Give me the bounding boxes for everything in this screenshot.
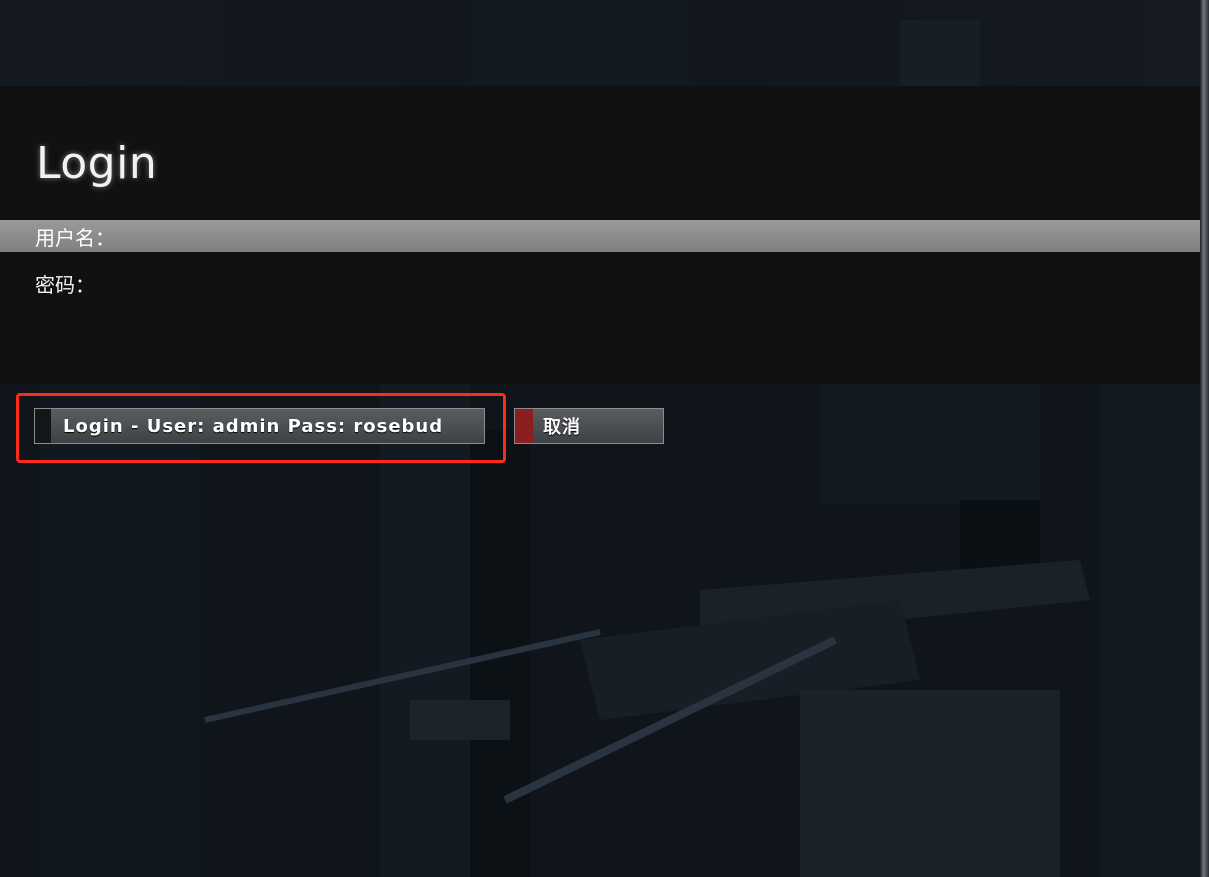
username-input[interactable]: [115, 221, 1200, 251]
cancel-button[interactable]: 取消: [514, 408, 664, 444]
cancel-button-label: 取消: [543, 417, 581, 438]
cancel-accent-marker: [515, 409, 533, 443]
login-button[interactable]: Login - User: admin Pass: rosebud: [34, 408, 485, 444]
login-title: Login: [36, 138, 158, 189]
game-login-screen: Login 用户名： 密码： Login - User: admin Pass:…: [0, 0, 1209, 877]
password-label: 密码：: [35, 272, 95, 297]
login-button-label: Login - User: admin Pass: rosebud: [63, 415, 444, 437]
username-row[interactable]: 用户名：: [0, 220, 1200, 252]
login-panel: Login 用户名： 密码：: [0, 86, 1200, 384]
password-row[interactable]: 密码：: [0, 267, 1200, 299]
username-label: 用户名：: [35, 225, 115, 250]
password-input[interactable]: [95, 268, 1200, 298]
login-accent-marker: [35, 409, 51, 443]
window-right-edge: [1200, 0, 1209, 877]
